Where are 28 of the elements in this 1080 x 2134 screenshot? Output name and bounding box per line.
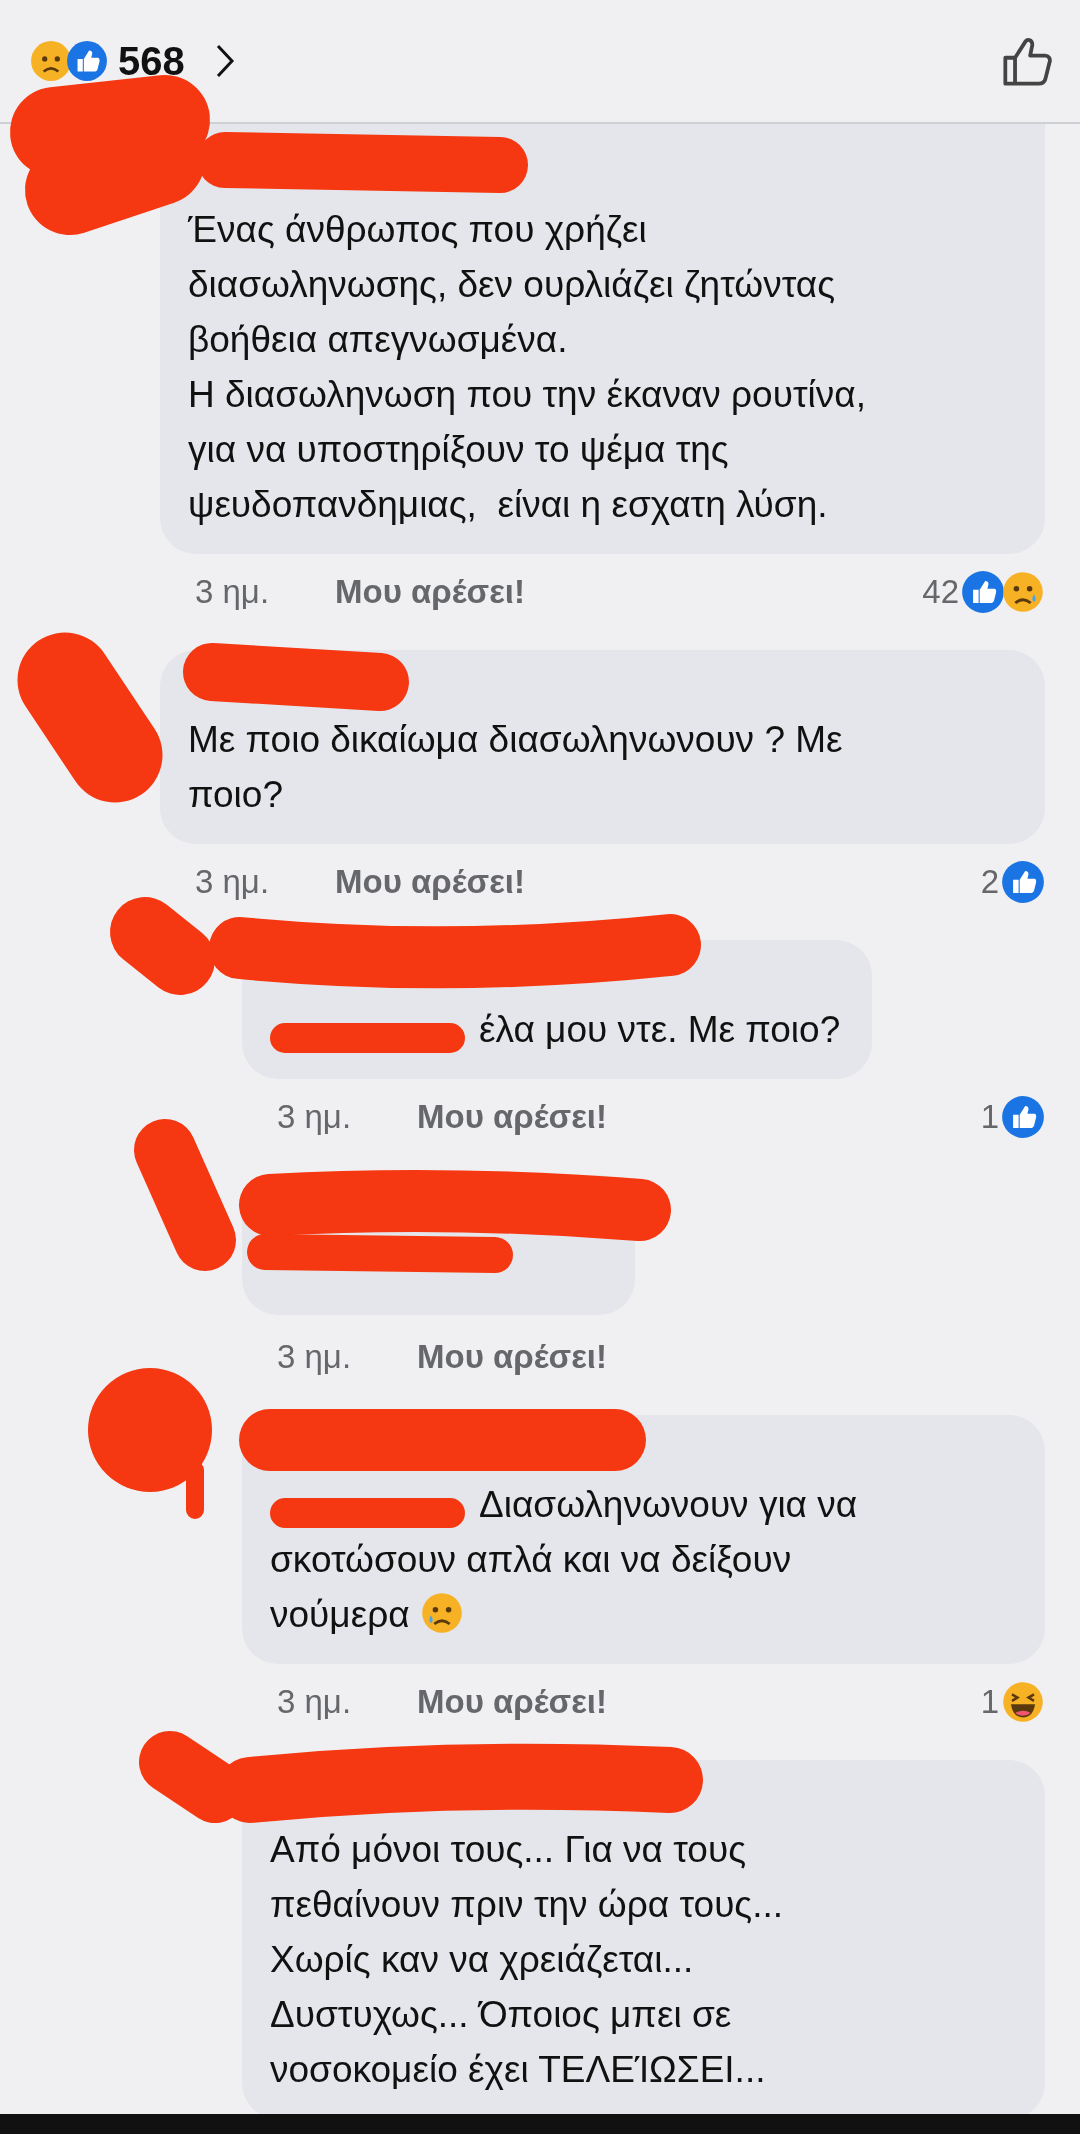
reaction-count[interactable]: 2 [980, 863, 999, 901]
like-link[interactable]: Μου αρέσει! [417, 1338, 607, 1376]
like-reaction-icon [66, 40, 108, 82]
reaction-count[interactable]: 568 [118, 38, 185, 84]
chevron-icon[interactable] [214, 43, 235, 79]
like-reaction-icon [1001, 860, 1045, 904]
reaction-count[interactable]: 42 [922, 573, 959, 611]
comment-time: 3 ημ. [195, 573, 271, 611]
like-link[interactable]: Μου αρέσει! [335, 863, 525, 901]
like-reaction-icon [1001, 1095, 1045, 1139]
reaction-count[interactable]: 1 [980, 1683, 999, 1721]
like-link[interactable]: Μου αρέσει! [417, 1683, 607, 1721]
comment-time: 3 ημ. [277, 1338, 353, 1376]
like-link[interactable]: Μου αρέσει! [417, 1098, 607, 1136]
like-reaction-icon [961, 570, 1005, 614]
reaction-count[interactable]: 1 [980, 1098, 999, 1136]
comment-text: Από μόνοι τους... Για να τους πεθαίνουν πριν την ώρα τους... Χωρίς καν να χρειάζεται... Δυστυχως... Όποιος μπει σε νοσοκομείο έχει ΤΕΛΕΊΩΣΕΙ... [270, 1828, 785, 2092]
comment-time: 3 ημ. [277, 1683, 353, 1721]
comment-time: 3 ημ. [277, 1098, 353, 1136]
crying-face-icon [419, 1591, 464, 1635]
like-link[interactable]: Μου αρέσει! [335, 573, 525, 611]
comment-text: Ένας άνθρωπος που χρήζει διασωληνωσης, δεν ουρλιάζει ζητώντας βοήθεια απεγνωσμένα. Η διασωληνωση που την έκαναν ρουτίνα, για να υποστηρίξουν το ψέμα της ψευδοπανδημιας, είναι η εσχατη λύση. [188, 208, 867, 527]
crying-face-icon [1001, 570, 1045, 614]
sad-reaction-icon [30, 40, 72, 82]
comment-time: 3 ημ. [195, 863, 271, 901]
comment-text: έλα μου ντε. Με ποιο? [479, 1009, 841, 1050]
comment-text: Με ποιο δικαίωμα διασωληνωνουν ? Με ποιο? [188, 718, 844, 817]
laughing-face-icon [1001, 1680, 1045, 1724]
